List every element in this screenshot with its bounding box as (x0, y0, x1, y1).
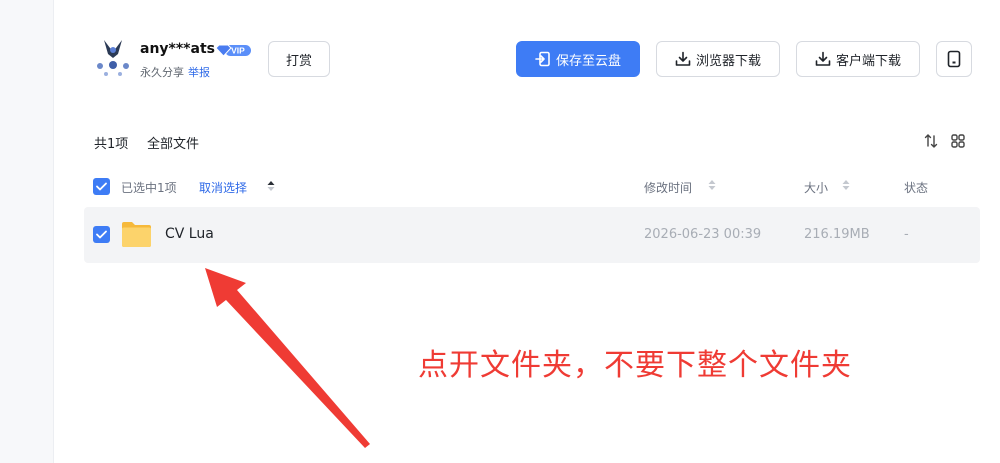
column-size[interactable]: 大小 (804, 179, 828, 196)
column-modified-time[interactable]: 修改时间 (644, 179, 692, 196)
check-icon (96, 182, 107, 191)
vip-label: VIP (231, 46, 245, 56)
column-sort-icon[interactable] (841, 178, 851, 192)
cancel-selection-link[interactable]: 取消选择 (199, 179, 247, 196)
browser-download-label: 浏览器下载 (695, 53, 761, 69)
vip-badge: VIP (215, 42, 251, 57)
name-sort-icon[interactable] (266, 179, 276, 193)
tip-button[interactable]: 打赏 (268, 41, 330, 77)
selection-count: 已选中1项 (121, 181, 177, 195)
client-download-label: 客户端下载 (835, 53, 901, 69)
table-row[interactable]: CV Lua 2026-06-23 00:39 216.19MB - (84, 207, 980, 263)
avatar[interactable] (94, 38, 132, 78)
file-modified-time: 2026-06-23 00:39 (644, 227, 762, 242)
column-sort-icon[interactable] (707, 178, 717, 192)
share-type: 永久分享 (140, 66, 184, 79)
more-device-button[interactable] (936, 41, 972, 77)
file-name[interactable]: CV Lua (165, 226, 214, 242)
download-icon (815, 51, 831, 66)
file-summary-bar: 共1项 全部文件 (94, 132, 972, 152)
user-name: any***ats (140, 41, 215, 57)
more-device-icon (947, 50, 961, 68)
browser-download-button[interactable]: 浏览器下载 (656, 41, 780, 77)
client-download-button[interactable]: 客户端下载 (796, 41, 920, 77)
file-size: 216.19MB (804, 227, 870, 242)
breadcrumb[interactable]: 全部文件 (147, 133, 199, 152)
file-status: - (904, 227, 909, 242)
column-status: 状态 (904, 181, 929, 195)
save-button-label: 保存至云盘 (555, 53, 621, 69)
tip-button-label: 打赏 (285, 53, 312, 69)
save-to-cloud-button[interactable]: 保存至云盘 (516, 41, 640, 77)
download-icon (675, 51, 691, 66)
item-count: 共1项 (94, 137, 129, 152)
row-checkbox[interactable] (93, 226, 110, 243)
save-to-cloud-icon (535, 51, 550, 67)
sort-icon[interactable] (923, 133, 939, 149)
check-icon (96, 230, 107, 239)
share-header: any***ats VIP 永久分享 举报 打赏 保存至云盘 浏览器下载 客户端下… (94, 38, 974, 82)
left-rail (0, 0, 54, 463)
folder-icon (122, 222, 151, 247)
share-meta: 永久分享 举报 (140, 64, 210, 80)
grid-view-icon[interactable] (950, 133, 966, 149)
annotation-text: 点开文件夹，不要下整个文件夹 (418, 348, 852, 383)
report-link[interactable]: 举报 (188, 66, 210, 79)
table-header: 已选中1项 取消选择 修改时间 大小 状态 (84, 176, 980, 198)
select-all-checkbox[interactable] (93, 178, 110, 195)
